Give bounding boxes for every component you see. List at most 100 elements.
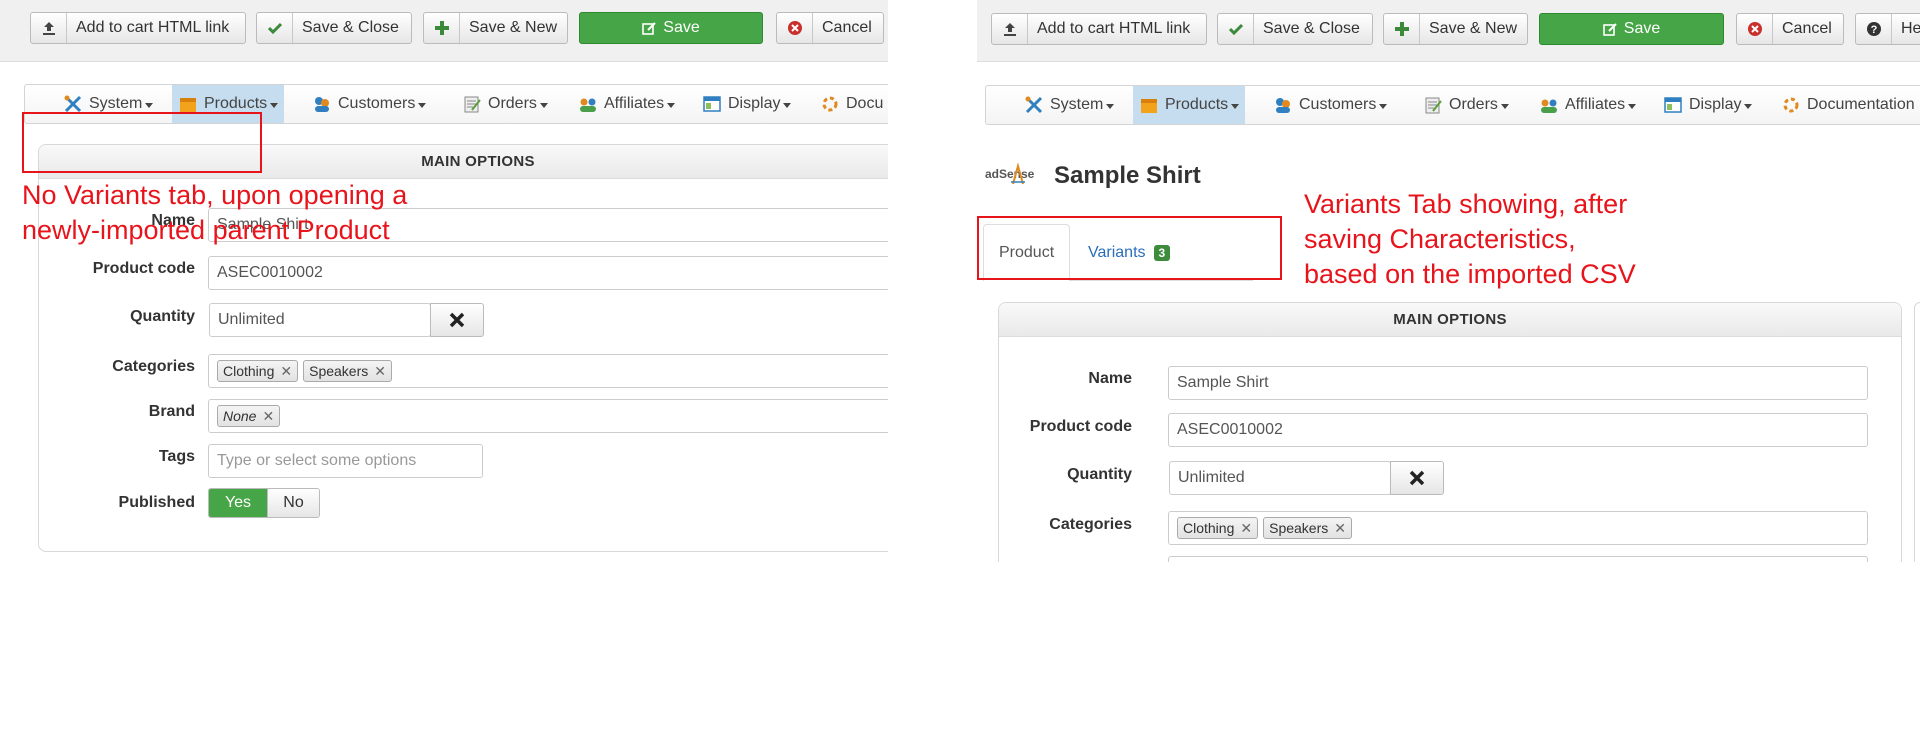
annotation-right-text: Variants Tab showing, after saving Chara… — [1304, 187, 1864, 292]
save-button[interactable]: Save — [579, 12, 763, 44]
brand-select-partial[interactable] — [1168, 556, 1868, 562]
toolbar: Add to cart HTML link Save & Close Save … — [977, 0, 1920, 62]
category-chip-text: Clothing — [1183, 520, 1235, 536]
menu-customers-label: Customers — [338, 95, 416, 112]
cancel-button[interactable]: Cancel — [776, 12, 884, 44]
remove-chip-icon[interactable]: ✕ — [374, 363, 386, 380]
categories-label: Categories — [112, 358, 195, 375]
edit-icon — [1602, 14, 1618, 44]
save-label: Save — [663, 19, 700, 36]
brand-chip-text: None — [223, 408, 257, 424]
menu-documentation[interactable]: Documentation — [1781, 86, 1915, 124]
save-close-button[interactable]: Save & Close — [256, 12, 412, 44]
box-icon — [1141, 99, 1157, 113]
upload-icon — [992, 14, 1028, 44]
cancel-icon — [777, 13, 813, 43]
product-title: Sample Shirt — [1054, 162, 1201, 189]
save-new-button[interactable]: Save & New — [1383, 13, 1528, 45]
remove-chip-icon[interactable]: ✕ — [280, 363, 292, 380]
name-label: Name — [1088, 370, 1132, 387]
menu-products-label: Products — [1165, 96, 1229, 113]
menu-customers[interactable]: Customers — [312, 85, 427, 123]
category-chip[interactable]: Speakers ✕ — [303, 360, 392, 382]
add-to-cart-label: Add to cart HTML link — [76, 19, 230, 36]
logo-text: adSense — [985, 167, 1035, 181]
categories-select[interactable]: Clothing ✕ Speakers ✕ — [208, 354, 888, 388]
category-chip[interactable]: Clothing ✕ — [1177, 517, 1259, 539]
category-chip-text: Speakers — [309, 363, 369, 379]
save-button[interactable]: Save — [1539, 13, 1724, 45]
menu-display[interactable]: Display — [702, 85, 792, 123]
cancel-button[interactable]: Cancel — [1736, 13, 1844, 45]
menu-documentation[interactable]: Docu — [820, 85, 883, 123]
published-yes-button[interactable]: Yes — [209, 489, 267, 517]
menu-orders[interactable]: Orders — [1423, 86, 1509, 124]
published-toggle: Yes No — [208, 488, 320, 518]
tags-input[interactable]: Type or select some options — [208, 444, 483, 478]
brand-chip[interactable]: None ✕ — [217, 405, 281, 427]
category-chip[interactable]: Speakers ✕ — [1263, 517, 1352, 539]
menu-customers-label: Customers — [1299, 96, 1377, 113]
check-icon — [1218, 14, 1254, 44]
name-input[interactable]: Sample Shirt — [1168, 366, 1868, 400]
published-no-button[interactable]: No — [267, 489, 319, 517]
menu-affiliates-label: Affiliates — [1565, 96, 1626, 113]
help-label: He — [1901, 20, 1920, 37]
save-new-label: Save & New — [1429, 20, 1518, 37]
save-label: Save — [1623, 20, 1661, 37]
remove-chip-icon[interactable]: ✕ — [1334, 520, 1346, 537]
toolbar: Add to cart HTML link Save & Close Save … — [0, 0, 888, 62]
brand-select[interactable]: None ✕ — [208, 399, 888, 433]
menu-orders[interactable]: Orders — [462, 85, 548, 123]
save-close-label: Save & Close — [302, 19, 399, 36]
main-options-header: MAIN OPTIONS — [999, 303, 1901, 337]
product-code-input[interactable]: ASEC0010002 — [208, 256, 888, 290]
menu-customers[interactable]: Customers — [1273, 86, 1388, 124]
remove-chip-icon[interactable]: ✕ — [1240, 520, 1252, 537]
category-chip[interactable]: Clothing ✕ — [217, 360, 299, 382]
annotation-left-text: No Variants tab, upon opening a newly-im… — [22, 178, 582, 248]
published-label: Published — [118, 494, 195, 511]
menu-display[interactable]: Display — [1663, 86, 1753, 124]
menu-orders-label: Orders — [1449, 96, 1498, 113]
tools-icon — [64, 95, 82, 113]
product-code-input[interactable]: ASEC0010002 — [1168, 413, 1868, 447]
menu-display-label: Display — [728, 95, 781, 112]
quantity-input[interactable]: Unlimited — [209, 303, 431, 337]
quantity-clear-button[interactable] — [1390, 461, 1444, 495]
plus-icon — [1384, 14, 1420, 44]
save-close-button[interactable]: Save & Close — [1217, 13, 1373, 45]
documentation-icon — [1783, 97, 1799, 113]
product-code-label: Product code — [92, 260, 195, 277]
annotation-right-line: Variants Tab showing, after — [1304, 189, 1628, 219]
menu-documentation-label: Docu — [846, 95, 884, 112]
save-close-label: Save & Close — [1263, 20, 1360, 37]
categories-select[interactable]: Clothing ✕ Speakers ✕ — [1168, 511, 1868, 545]
menu-affiliates[interactable]: Affiliates — [1539, 86, 1637, 124]
menu-orders-label: Orders — [488, 95, 537, 112]
orders-icon — [464, 96, 481, 113]
display-icon — [703, 96, 721, 112]
add-to-cart-html-link-button[interactable]: Add to cart HTML link — [991, 13, 1207, 45]
add-to-cart-html-link-button[interactable]: Add to cart HTML link — [30, 12, 246, 44]
left-screenshot-panel: Add to cart HTML link Save & Close Save … — [0, 0, 888, 552]
menu-products-label: Products — [204, 95, 268, 112]
save-new-button[interactable]: Save & New — [423, 12, 568, 44]
tags-label: Tags — [158, 448, 195, 465]
help-button[interactable]: ? He — [1855, 13, 1920, 45]
quantity-clear-button[interactable] — [430, 303, 484, 337]
categories-label: Categories — [1049, 516, 1132, 533]
category-chip-text: Speakers — [1269, 520, 1329, 536]
brand-label: Brand — [148, 403, 195, 420]
menu-affiliates[interactable]: Affiliates — [578, 85, 676, 123]
menu-system[interactable]: System — [1024, 86, 1115, 124]
remove-chip-icon[interactable]: ✕ — [262, 408, 274, 425]
menu-system-label: System — [1050, 96, 1104, 113]
display-icon — [1664, 97, 1682, 113]
tools-icon — [1025, 96, 1043, 114]
users-icon — [315, 97, 329, 112]
quantity-input[interactable]: Unlimited — [1169, 461, 1391, 495]
menu-products[interactable]: Products — [1133, 86, 1246, 124]
close-icon — [449, 312, 465, 328]
upload-icon — [31, 13, 67, 43]
